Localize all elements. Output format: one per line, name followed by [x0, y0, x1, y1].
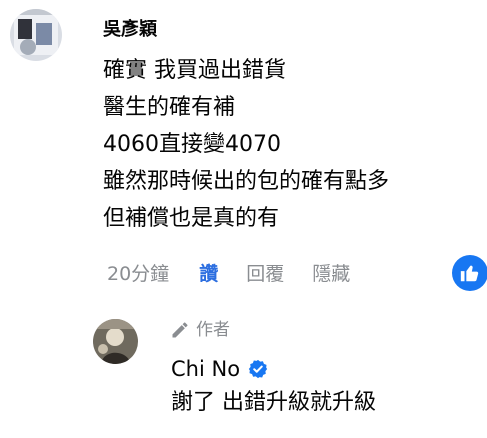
comment-line: 雖然那時候出的包的確有點多	[103, 169, 390, 194]
comment-line: 確實 我買過出錯貨	[103, 58, 286, 83]
verified-badge-icon	[248, 359, 268, 379]
author-avatar[interactable]	[93, 319, 138, 364]
reply-author[interactable]: Chi No	[171, 356, 268, 382]
reply-button[interactable]: 回覆	[246, 262, 284, 286]
comment-timestamp[interactable]: 20分鐘	[107, 262, 169, 286]
like-button[interactable]: 讚	[199, 262, 218, 286]
user-avatar-icon	[93, 319, 138, 364]
comment-body: 確實 我買過出錯貨 醫生的確有補 4060直接變4070 雖然那時候出的包的確有…	[103, 52, 389, 237]
thumbs-up-icon	[460, 265, 479, 282]
reply-author-name[interactable]: Chi No	[171, 356, 240, 382]
author-tag: 作者	[170, 320, 230, 340]
author-tag-label: 作者	[196, 320, 230, 340]
verified-badge	[248, 359, 268, 379]
comment-line: 4060直接變4070	[103, 132, 281, 157]
commenter-avatar[interactable]	[10, 9, 62, 61]
comment-line: 醫生的確有補	[103, 95, 236, 120]
reaction-badge[interactable]	[452, 255, 487, 291]
comment-actions: 20分鐘 讚 回覆 隱藏	[107, 262, 350, 286]
reply-text: 謝了 出錯升級就升級	[171, 390, 376, 415]
pencil-icon	[172, 322, 188, 338]
user-avatar-icon	[10, 9, 62, 61]
hide-button[interactable]: 隱藏	[312, 262, 350, 286]
comment-line: 但補償也是真的有	[103, 206, 280, 231]
commenter-name[interactable]: 吳彥穎	[103, 19, 157, 41]
